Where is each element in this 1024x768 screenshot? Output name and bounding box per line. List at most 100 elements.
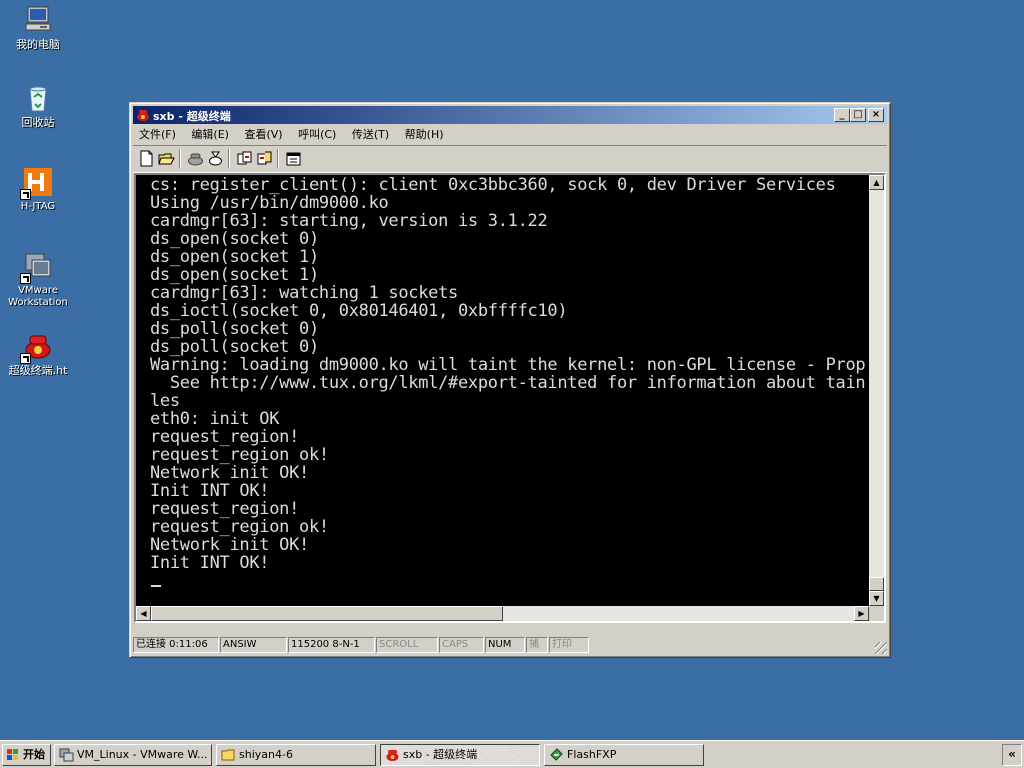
shortcut-arrow-icon: [20, 353, 31, 364]
hyperterminal-icon: [385, 748, 400, 762]
terminal-line: ds_open(socket 1): [150, 265, 319, 285]
terminal-line: request_region!: [150, 499, 300, 519]
status-port: 115200 8-N-1: [288, 637, 375, 653]
terminal-line: See http://www.tux.org/lkml/#export-tain…: [150, 373, 866, 393]
horizontal-scrollbar[interactable]: ◀ ▶: [136, 606, 869, 621]
toolbar-separator: [277, 149, 279, 168]
desktop-icon-label: H-JTAG: [20, 201, 56, 212]
terminal-line: cardmgr[63]: watching 1 sockets: [150, 283, 458, 303]
terminal-line: cs: register_client(): client 0xc3bbc360…: [150, 175, 836, 195]
scrollbar-corner: [869, 606, 884, 621]
desktop-icon-vmware[interactable]: VMware Workstation: [0, 250, 76, 309]
taskbar: 开始 VM_Linux - VMware W... shiyan4-6 sxb …: [0, 740, 1024, 768]
properties-icon[interactable]: [284, 149, 303, 168]
menu-call[interactable]: 呼叫(C): [292, 125, 342, 142]
disconnect-icon[interactable]: [206, 149, 225, 168]
horizontal-scroll-thumb[interactable]: [151, 606, 503, 621]
task-label: VM_Linux - VMware W...: [77, 748, 208, 761]
menu-help[interactable]: 帮助(H): [399, 125, 450, 142]
terminal-line: Network init OK!: [150, 463, 309, 483]
terminal-line: ds_poll(socket 0): [150, 337, 319, 357]
task-label: shiyan4-6: [239, 748, 293, 761]
terminal-line: ds_open(socket 1): [150, 247, 319, 267]
desktop-icon-my-computer[interactable]: 我的电脑: [0, 4, 76, 51]
desktop-icon-recycle-bin[interactable]: 回收站: [0, 82, 76, 129]
window-title: sxb - 超级终端: [153, 110, 231, 123]
shortcut-arrow-icon: [20, 189, 31, 200]
status-emulation: ANSIW: [220, 637, 287, 653]
task-vmware[interactable]: VM_Linux - VMware W...: [54, 744, 212, 766]
terminal-line: request_region ok!: [150, 517, 329, 537]
terminal-line: request_region ok!: [150, 445, 329, 465]
menu-bar: 文件(F) 编辑(E) 查看(V) 呼叫(C) 传送(T) 帮助(H): [133, 125, 887, 144]
scroll-up-button[interactable]: ▲: [869, 175, 884, 190]
open-folder-icon[interactable]: [157, 149, 176, 168]
send-file-icon[interactable]: [235, 149, 254, 168]
desktop-icon-label: 我的电脑: [16, 38, 60, 51]
terminal-cursor: [151, 585, 161, 587]
windows-logo-icon: [6, 748, 20, 762]
status-connected: 已连接 0:11:06: [133, 637, 219, 653]
scroll-down-button[interactable]: ▼: [869, 591, 884, 606]
close-button[interactable]: ×: [868, 108, 884, 122]
status-scroll: SCROLL: [376, 637, 438, 653]
terminal-line: Using /usr/bin/dm9000.ko: [150, 193, 389, 213]
scroll-left-button[interactable]: ◀: [136, 606, 151, 621]
vmware-icon: [20, 250, 54, 284]
task-label: FlashFXP: [567, 748, 617, 761]
terminal-line: ds_open(socket 0): [150, 229, 319, 249]
toolbar-separator: [179, 149, 181, 168]
menu-edit[interactable]: 编辑(E): [185, 125, 235, 142]
status-num: NUM: [485, 637, 525, 653]
toolbar: [133, 145, 887, 173]
menu-view[interactable]: 查看(V): [238, 125, 288, 142]
recycle-bin-icon: [22, 82, 54, 114]
tray-expand-button[interactable]: «: [1002, 744, 1022, 766]
status-caps: CAPS: [439, 637, 484, 653]
my-computer-icon: [22, 4, 54, 36]
menu-transfer[interactable]: 传送(T): [346, 125, 395, 142]
terminal-line: Init INT OK!: [150, 553, 270, 573]
terminal-line: les: [150, 391, 180, 411]
terminal-line: eth0: init OK: [150, 409, 280, 429]
terminal-line: request_region!: [150, 427, 300, 447]
terminal-frame: cs: register_client(): client 0xc3bbc360…: [134, 173, 886, 623]
resize-grip[interactable]: [875, 642, 887, 654]
desktop-icon-label: 回收站: [21, 116, 55, 129]
desktop-icon-label: 超级终端.ht: [8, 364, 68, 377]
vmware-icon: [59, 748, 74, 762]
desktop-icon-hyperterminal[interactable]: 超级终端.ht: [0, 330, 76, 377]
status-print: 打印: [549, 637, 589, 653]
flashfxp-icon: [549, 748, 564, 762]
hyperterminal-icon: [20, 330, 54, 364]
folder-icon: [221, 748, 236, 762]
hyperterminal-icon: [136, 108, 150, 122]
menu-file[interactable]: 文件(F): [133, 125, 182, 142]
maximize-button[interactable]: □: [850, 108, 866, 122]
receive-file-icon[interactable]: [255, 149, 274, 168]
start-button[interactable]: 开始: [2, 744, 51, 766]
toolbar-separator: [228, 149, 230, 168]
terminal-line: Warning: loading dm9000.ko will taint th…: [150, 355, 866, 375]
new-file-icon[interactable]: [137, 149, 156, 168]
title-bar[interactable]: sxb - 超级终端 _ □ ×: [133, 106, 887, 124]
desktop-icon-label: VMware Workstation: [8, 285, 68, 308]
terminal-line: cardmgr[63]: starting, version is 3.1.22: [150, 211, 548, 231]
status-capture: 捕: [526, 637, 548, 653]
task-label: sxb - 超级终端: [403, 748, 478, 761]
vertical-scrollbar[interactable]: ▲ ▼: [869, 175, 884, 606]
task-hyperterminal[interactable]: sxb - 超级终端: [380, 744, 540, 766]
minimize-button[interactable]: _: [834, 108, 850, 122]
task-flashfxp[interactable]: FlashFXP: [544, 744, 704, 766]
terminal-line: ds_ioctl(socket 0, 0x80146401, 0xbffffc1…: [150, 301, 568, 321]
scroll-right-button[interactable]: ▶: [854, 606, 869, 621]
vertical-scroll-thumb[interactable]: [869, 577, 884, 591]
status-bar: 已连接 0:11:06 ANSIW 115200 8-N-1 SCROLL CA…: [133, 636, 887, 654]
terminal-line: ds_poll(socket 0): [150, 319, 319, 339]
h-jtag-icon: [20, 166, 54, 200]
shortcut-arrow-icon: [20, 273, 31, 284]
task-shiyan[interactable]: shiyan4-6: [216, 744, 376, 766]
dial-icon[interactable]: [186, 149, 205, 168]
terminal-screen[interactable]: cs: register_client(): client 0xc3bbc360…: [136, 175, 869, 606]
desktop-icon-h-jtag[interactable]: H-JTAG: [0, 166, 76, 213]
